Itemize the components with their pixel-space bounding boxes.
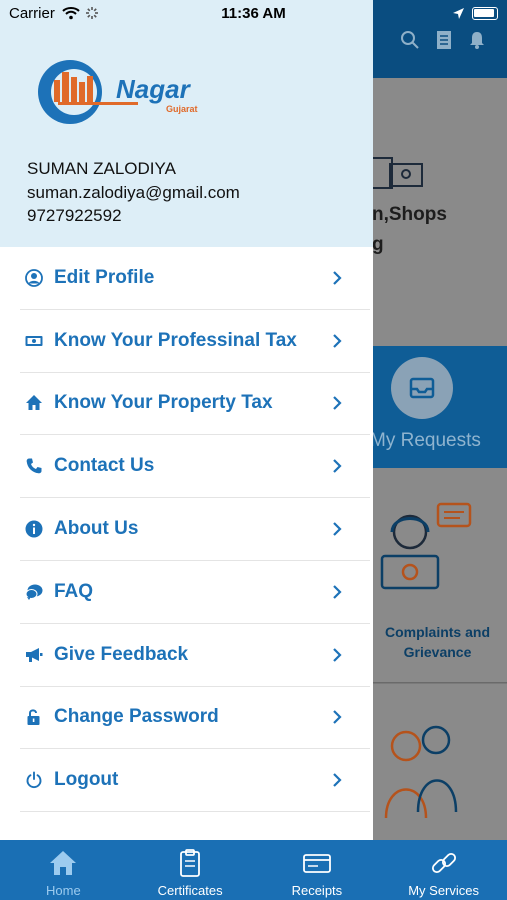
svg-text:Nagar: Nagar [116,74,192,104]
menu-item-contact-us[interactable]: Contact Us [20,435,370,499]
menu-label: About Us [54,518,139,540]
clipboard-icon [180,849,201,877]
status-bar: Carrier 11:36 AM [0,0,507,28]
home-icon [50,851,77,875]
menu-label: Know Your Professinal Tax [54,329,297,351]
search-icon[interactable] [400,30,420,50]
menu-item-professional-tax[interactable]: Know Your Professinal Tax [20,310,370,373]
tab-label: My Services [408,883,480,898]
link-icon [431,852,456,874]
menu-label: FAQ [54,580,94,602]
tab-home[interactable]: Home [0,840,127,900]
menu-label: Contact Us [54,455,155,477]
marriage-card[interactable] [372,684,507,840]
menu-label: Edit Profile [54,266,155,288]
menu-label: Know Your Property Tax [54,392,273,414]
chevron-right-icon [333,271,342,285]
complaints-label: Complaints and Grievance [384,624,490,660]
inbox-icon [391,357,453,419]
svg-text:Gujarat: Gujarat [166,104,198,114]
menu-item-give-feedback[interactable]: Give Feedback [20,624,370,687]
couple-icon [384,725,458,819]
menu-label: Change Password [54,706,219,728]
menu-item-property-tax[interactable]: Know Your Property Tax [20,373,370,436]
chevron-right-icon [333,647,342,662]
user-phone: 9727922592 [27,206,122,225]
background-card-title: n,Shops g [372,204,447,255]
chevron-right-icon [333,459,342,474]
info-icon [24,519,44,539]
shop-icon [372,157,423,189]
battery-icon [472,7,498,20]
tab-label: Home [46,883,81,898]
menu-label: Logout [54,769,119,791]
status-time: 11:36 AM [221,5,286,22]
bell-icon[interactable] [467,30,487,50]
chat-icon [24,582,44,602]
nagar-gujarat-logo: Nagar Gujarat [38,60,198,124]
user-email: suman.zalodiya@gmail.com [27,183,240,202]
unlock-icon [24,707,44,727]
tab-label: Receipts [291,883,343,898]
location-arrow-icon [453,8,464,19]
drawer-menu: Edit Profile Know Your Professinal Tax K… [20,247,370,813]
my-requests-label: My Requests [370,430,481,451]
menu-item-about-us[interactable]: About Us [20,498,370,561]
tab-label: Certificates [157,883,223,898]
tab-receipts[interactable]: Receipts [254,840,381,900]
menu-label: Give Feedback [54,643,189,665]
chevron-right-icon [333,396,342,411]
chevron-right-icon [333,585,342,599]
tab-my-services[interactable]: My Services [380,840,507,900]
chevron-right-icon [333,710,342,725]
drawer-header: Nagar Gujarat SUMAN ZALODIYA suman.zalod… [0,0,373,247]
menu-item-faq[interactable]: FAQ [20,561,370,624]
chevron-right-icon [333,773,342,788]
tab-certificates[interactable]: Certificates [127,840,254,900]
chevron-right-icon [333,333,342,348]
support-agent-icon [380,502,472,590]
menu-item-change-password[interactable]: Change Password [20,687,370,750]
document-icon[interactable] [434,30,454,50]
power-icon [24,770,44,790]
phone-icon [24,456,44,476]
menu-item-edit-profile[interactable]: Edit Profile [20,247,370,310]
bottom-tab-bar: Home Certificates Receipts My Services [0,840,507,900]
money-icon [24,331,44,351]
chevron-right-icon [333,522,342,536]
home-icon [24,393,44,413]
user-name: SUMAN ZALODIYA [27,159,176,178]
user-circle-icon [24,268,44,288]
menu-item-logout[interactable]: Logout [20,749,370,813]
megaphone-icon [24,645,44,665]
side-drawer: Nagar Gujarat SUMAN ZALODIYA suman.zalod… [0,0,373,840]
receipt-icon [302,854,331,873]
